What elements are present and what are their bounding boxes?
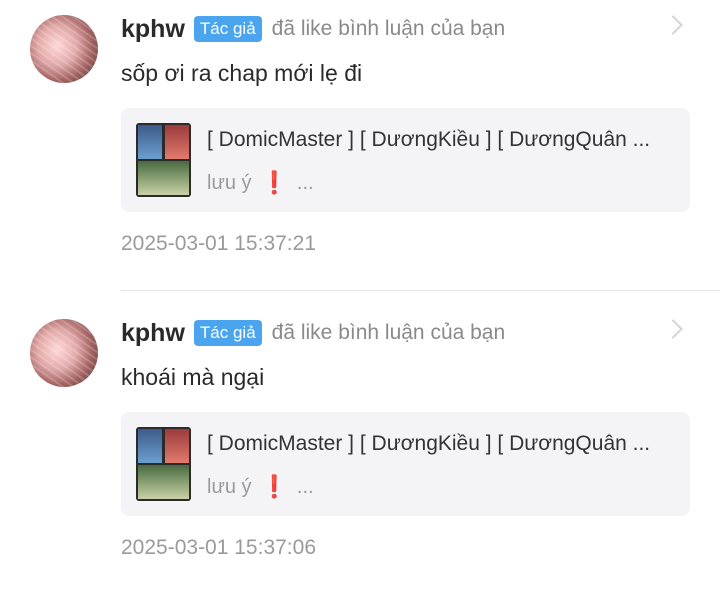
username[interactable]: kphw xyxy=(121,15,185,44)
chevron-right-icon[interactable] xyxy=(663,319,683,339)
subtitle-prefix: lưu ý xyxy=(207,171,252,194)
story-title: [ DomicMaster ] [ DươngKiều ] [ DươngQuâ… xyxy=(207,432,651,455)
subtitle-suffix: ... xyxy=(296,475,314,498)
comment-text: sốp ơi ra chap mới lẹ đi xyxy=(121,60,363,86)
notification-header: kphw Tác giả đã like bình luận của bạn xyxy=(121,316,505,350)
story-thumbnail xyxy=(136,427,191,501)
story-title: [ DomicMaster ] [ DươngKiều ] [ DươngQuâ… xyxy=(207,128,651,151)
exclamation-icon: ❗ xyxy=(260,170,288,195)
story-subtitle: lưu ý ❗ ... xyxy=(207,474,314,500)
story-subtitle: lưu ý ❗ ... xyxy=(207,170,314,196)
story-card[interactable]: [ DomicMaster ] [ DươngKiều ] [ DươngQuâ… xyxy=(121,108,690,212)
exclamation-icon: ❗ xyxy=(260,474,288,499)
story-card[interactable]: [ DomicMaster ] [ DươngKiều ] [ DươngQuâ… xyxy=(121,412,690,516)
username[interactable]: kphw xyxy=(121,319,185,348)
divider xyxy=(121,290,720,291)
author-badge: Tác giả xyxy=(193,16,262,42)
chevron-right-icon[interactable] xyxy=(663,15,683,35)
timestamp: 2025-03-01 15:37:06 xyxy=(121,536,316,559)
avatar[interactable] xyxy=(30,319,98,387)
author-badge: Tác giả xyxy=(193,320,262,346)
notification-item[interactable]: kphw Tác giả đã like bình luận của bạn s… xyxy=(0,0,720,291)
story-thumbnail xyxy=(136,123,191,197)
action-text: đã like bình luận của bạn xyxy=(271,321,506,344)
timestamp: 2025-03-01 15:37:21 xyxy=(121,232,316,255)
notification-item[interactable]: kphw Tác giả đã like bình luận của bạn k… xyxy=(0,304,720,594)
action-text: đã like bình luận của bạn xyxy=(271,17,506,40)
subtitle-prefix: lưu ý xyxy=(207,475,252,498)
avatar[interactable] xyxy=(30,15,98,83)
notification-header: kphw Tác giả đã like bình luận của bạn xyxy=(121,12,505,46)
comment-text: khoái mà ngại xyxy=(121,364,265,390)
subtitle-suffix: ... xyxy=(296,171,314,194)
